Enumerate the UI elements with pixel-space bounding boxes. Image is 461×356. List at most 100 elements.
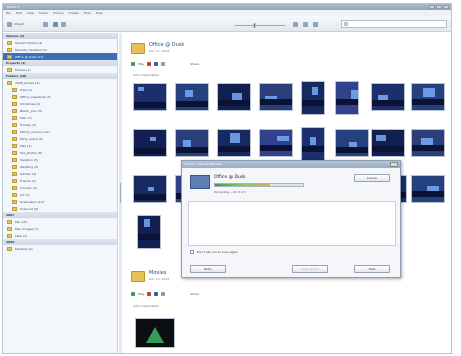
- toolbar-filter-2[interactable]: [303, 21, 308, 27]
- movie-thumbnail[interactable]: [135, 318, 175, 348]
- view-grid-button[interactable]: [53, 21, 58, 27]
- photo-thumbnail[interactable]: [133, 129, 167, 157]
- sidebar-item[interactable]: Misc (7): [3, 114, 117, 121]
- album-description-label[interactable]: Add a description: [133, 73, 159, 77]
- play-icon[interactable]: [131, 62, 135, 66]
- sidebar-item[interactable]: Pets (3): [3, 142, 117, 149]
- movies-title[interactable]: Movies: [149, 270, 166, 276]
- import-button[interactable]: Import: [7, 21, 24, 27]
- sidebar-item[interactable]: Desktop (4): [3, 245, 117, 252]
- sidebar-item[interactable]: Trips (1): [3, 86, 117, 93]
- library-sidebar: Albums (3) Starred Photos (3) Recently Upd…: [3, 33, 118, 353]
- retry-button[interactable]: Retry: [190, 265, 226, 273]
- movies-email-icon[interactable]: [161, 292, 166, 296]
- pane-splitter[interactable]: [119, 33, 122, 353]
- menu-view[interactable]: View: [27, 11, 34, 15]
- album-play-label[interactable]: Play: [138, 62, 144, 66]
- sidebar-item[interactable]: Vacation (5): [3, 156, 117, 163]
- sidebar-item[interactable]: Old_photos (8): [3, 149, 117, 156]
- sidebar-item[interactable]: Family_reunion (12): [3, 128, 117, 135]
- sidebar-item[interactable]: Lake (2): [3, 232, 117, 239]
- movies-share-label[interactable]: Share: [190, 292, 199, 296]
- photo-thumbnail[interactable]: [133, 175, 167, 203]
- album-share-label[interactable]: Share: [190, 62, 199, 66]
- sidebar-item[interactable]: Beach_pics (3): [3, 107, 117, 114]
- dialog-title[interactable]: Picasa - Upload Manager: [182, 161, 400, 168]
- close-button[interactable]: [443, 5, 449, 9]
- sidebar-item[interactable]: Fall (15): [3, 218, 117, 225]
- zoom-slider[interactable]: [235, 22, 285, 28]
- sidebar-item[interactable]: Office @ Dusk (17): [3, 53, 117, 60]
- back-button[interactable]: [43, 21, 48, 27]
- splitter-grip[interactable]: [120, 183, 121, 203]
- photo-thumbnail[interactable]: [259, 129, 293, 157]
- sidebar-item-label: Fall (15): [15, 219, 28, 224]
- sidebar-item[interactable]: Holiday (2): [3, 121, 117, 128]
- minimize-button[interactable]: [429, 5, 435, 9]
- sidebar-item[interactable]: Office_snapshots (3): [3, 93, 117, 100]
- view-list-button[interactable]: [61, 21, 66, 27]
- photo-thumbnail[interactable]: [371, 129, 405, 157]
- sidebar-item[interactable]: Starred Photos (3): [3, 39, 117, 46]
- menu-tools[interactable]: Tools: [84, 11, 91, 15]
- photo-thumbnail[interactable]: [137, 215, 161, 249]
- email-icon[interactable]: [161, 62, 166, 66]
- movies-share-icon[interactable]: [147, 292, 152, 296]
- upload-queue-list[interactable]: [188, 201, 396, 246]
- photo-thumbnail[interactable]: [411, 83, 445, 111]
- photo-thumbnail[interactable]: [175, 129, 209, 157]
- dont-ask-checkbox-row[interactable]: Don't ask me to view again: [190, 250, 238, 254]
- dont-ask-checkbox[interactable]: [190, 250, 194, 254]
- sidebar-item[interactable]: Recently Updated (2): [3, 46, 117, 53]
- menu-help[interactable]: Help: [96, 11, 103, 15]
- share-icon[interactable]: [147, 62, 152, 66]
- photo-thumbnail[interactable]: [371, 83, 405, 111]
- dialog-close-button[interactable]: [390, 162, 398, 167]
- maximize-button[interactable]: [436, 5, 442, 9]
- sidebar-item[interactable]: Garden (3): [3, 170, 117, 177]
- toolbar-filter-3[interactable]: [313, 21, 318, 27]
- sidebar-item[interactable]: Art (3): [3, 191, 117, 198]
- sidebar-item[interactable]: Misc images (7): [3, 225, 117, 232]
- movies-play-label[interactable]: Play: [138, 292, 144, 296]
- menu-folder[interactable]: Folder: [39, 11, 48, 15]
- photo-thumbnail[interactable]: [301, 127, 325, 161]
- photo-thumbnail[interactable]: [175, 83, 209, 111]
- photo-thumbnail[interactable]: [217, 129, 251, 157]
- menu-picture[interactable]: Picture: [53, 11, 63, 15]
- menu-file[interactable]: File: [6, 11, 11, 15]
- photo-thumbnail[interactable]: [411, 129, 445, 157]
- sidebar-item[interactable]: Friends (2): [3, 177, 117, 184]
- photo-thumbnail[interactable]: [411, 175, 445, 203]
- photo-thumbnail[interactable]: [133, 83, 167, 111]
- photo-thumbnail[interactable]: [259, 83, 293, 111]
- sidebar-item[interactable]: Wedding (2): [3, 163, 117, 170]
- sidebar-item-label: Vacation (5): [20, 157, 39, 162]
- toolbar-filter-1[interactable]: [293, 21, 298, 27]
- folder-icon: [12, 178, 17, 183]
- web-icon[interactable]: [154, 62, 159, 66]
- photo-thumbnail[interactable]: [217, 83, 251, 111]
- photo-thumbnail[interactable]: [335, 129, 369, 157]
- sidebar-item[interactable]: Movies (1): [3, 66, 117, 73]
- sidebar-item[interactable]: Scanned (6): [3, 205, 117, 212]
- hide-button[interactable]: Hide: [354, 265, 390, 273]
- menu-create[interactable]: Create: [69, 11, 79, 15]
- photo-thumbnail[interactable]: [335, 81, 359, 115]
- sidebar-item[interactable]: Concert (4): [3, 184, 117, 191]
- view-online-button[interactable]: View Online: [292, 265, 328, 273]
- upload-cancel-button[interactable]: Cancel: [354, 174, 390, 182]
- menu-edit[interactable]: Edit: [16, 11, 22, 15]
- sidebar-item-label: Desktop (4): [15, 246, 33, 251]
- sidebar-item[interactable]: Graduation (10): [3, 198, 117, 205]
- album-title[interactable]: Office @ Dusk: [149, 42, 184, 48]
- sidebar-item[interactable]: Christmas (4): [3, 100, 117, 107]
- photo-thumbnail[interactable]: [301, 81, 325, 115]
- movies-play-icon[interactable]: [131, 292, 135, 296]
- search-input[interactable]: [341, 20, 447, 28]
- zoom-thumb[interactable]: [253, 23, 256, 28]
- movies-web-icon[interactable]: [154, 292, 159, 296]
- movies-description-label[interactable]: Add a description: [133, 304, 159, 308]
- sidebar-item[interactable]: 2008_photos (2): [3, 79, 117, 86]
- sidebar-item[interactable]: Party_event (5): [3, 135, 117, 142]
